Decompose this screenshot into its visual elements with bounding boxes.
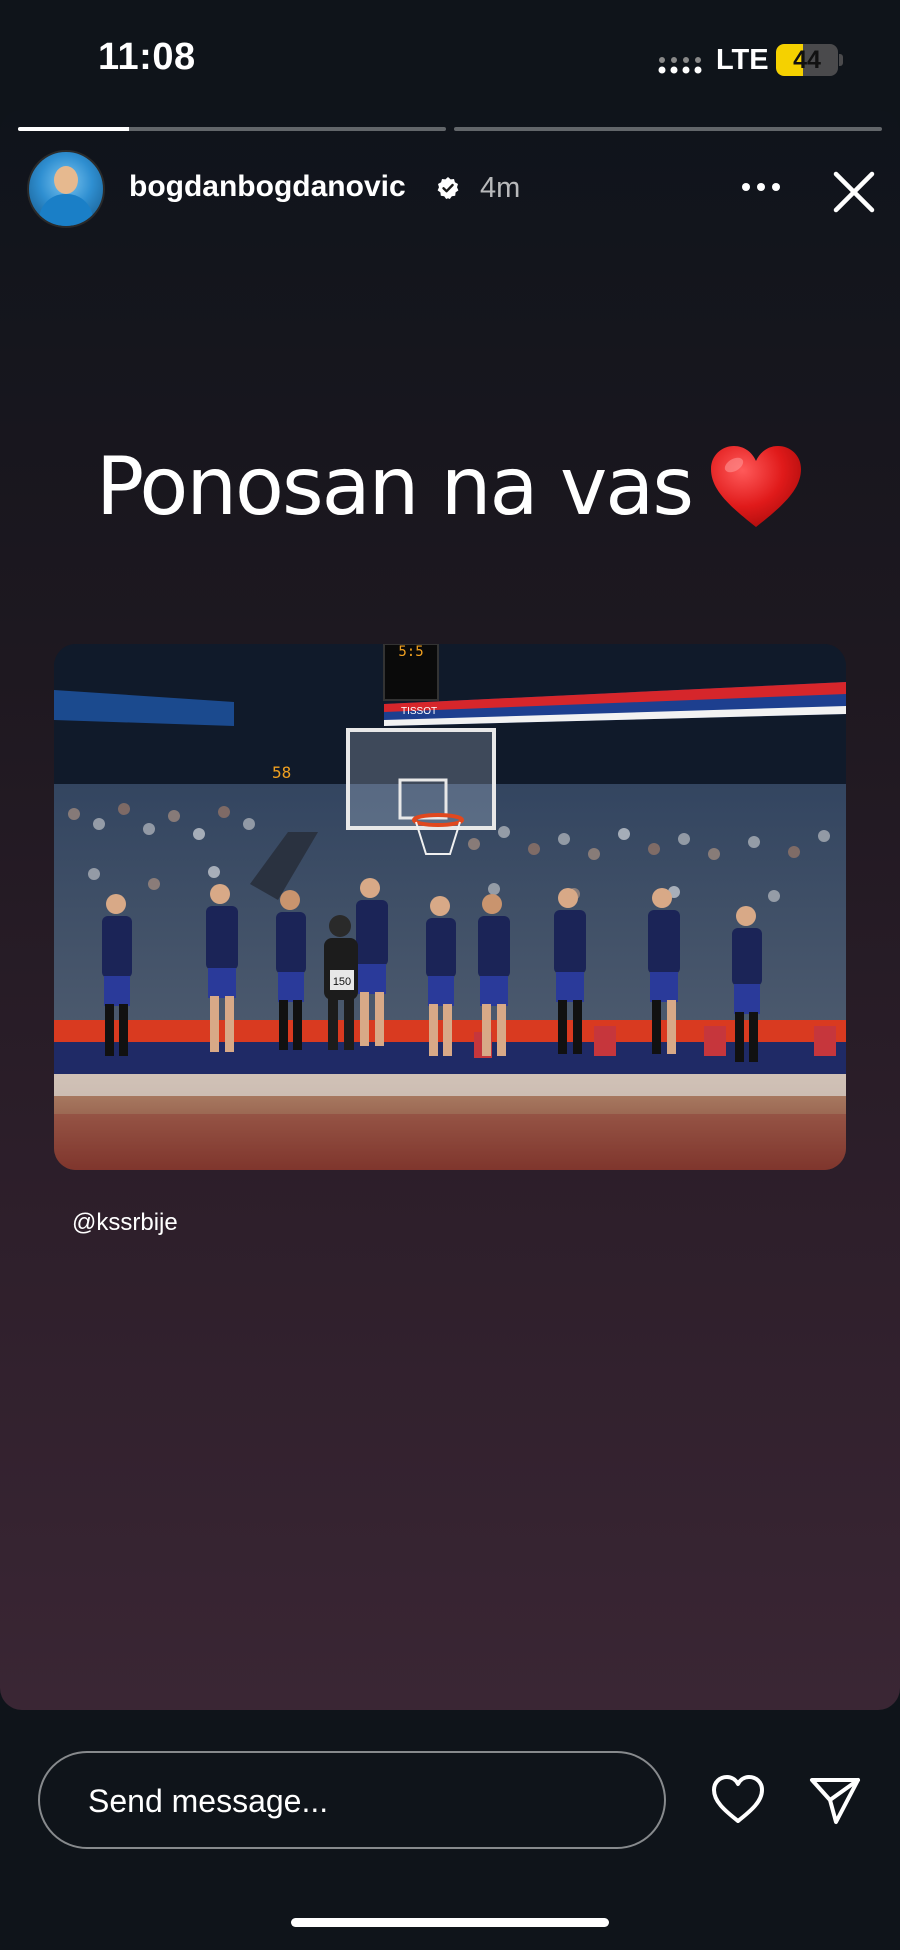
signal-icon (658, 57, 702, 74)
story-caption-text: Ponosan na vas (95, 440, 694, 533)
more-options-icon[interactable] (740, 180, 782, 194)
story-progress-fill (18, 127, 130, 131)
network-type: LTE (716, 44, 769, 76)
battery-cap (839, 54, 843, 66)
photographer-bib: 150 (333, 976, 351, 988)
status-bar: 11:08 LTE 44 (0, 0, 900, 110)
instagram-story-screen: 11:08 LTE 44 bogdanbogdanovic 4m Ponosan… (0, 0, 900, 1950)
story-photo: 5:5 TISSOT 58 150 (54, 644, 846, 1170)
story-card[interactable]: bogdanbogdanovic 4m Ponosan na vas 5:5 T… (0, 110, 900, 1710)
mention-tag[interactable]: @kssrbije (72, 1209, 178, 1237)
verified-badge-icon (437, 177, 459, 199)
red-heart-icon (711, 445, 802, 527)
heart-icon[interactable] (710, 1774, 766, 1826)
battery-percent: 44 (793, 46, 821, 74)
story-time-ago: 4m (480, 172, 521, 204)
team-lineup-photo: 5:5 TISSOT 58 150 (54, 644, 846, 1170)
battery-icon: 44 (776, 44, 838, 76)
home-indicator[interactable] (291, 1918, 609, 1927)
avatar[interactable] (27, 150, 105, 228)
scoreboard-b: 58 (272, 763, 291, 782)
close-icon[interactable] (830, 168, 878, 216)
username[interactable]: bogdanbogdanovic (129, 170, 406, 204)
avatar-shirt (39, 194, 93, 226)
story-progress-segment-1 (18, 127, 446, 131)
send-message-placeholder: Send message... (88, 1783, 329, 1819)
story-caption: Ponosan na vas (0, 440, 900, 533)
send-icon[interactable] (808, 1774, 862, 1826)
sponsor-text: TISSOT (401, 706, 437, 717)
scoreboard-a: 5:5 (398, 644, 423, 660)
story-progress-segment-2 (454, 127, 882, 131)
send-message-input[interactable]: Send message... (38, 1751, 666, 1849)
status-time: 11:08 (98, 36, 196, 78)
avatar-face (54, 166, 78, 194)
